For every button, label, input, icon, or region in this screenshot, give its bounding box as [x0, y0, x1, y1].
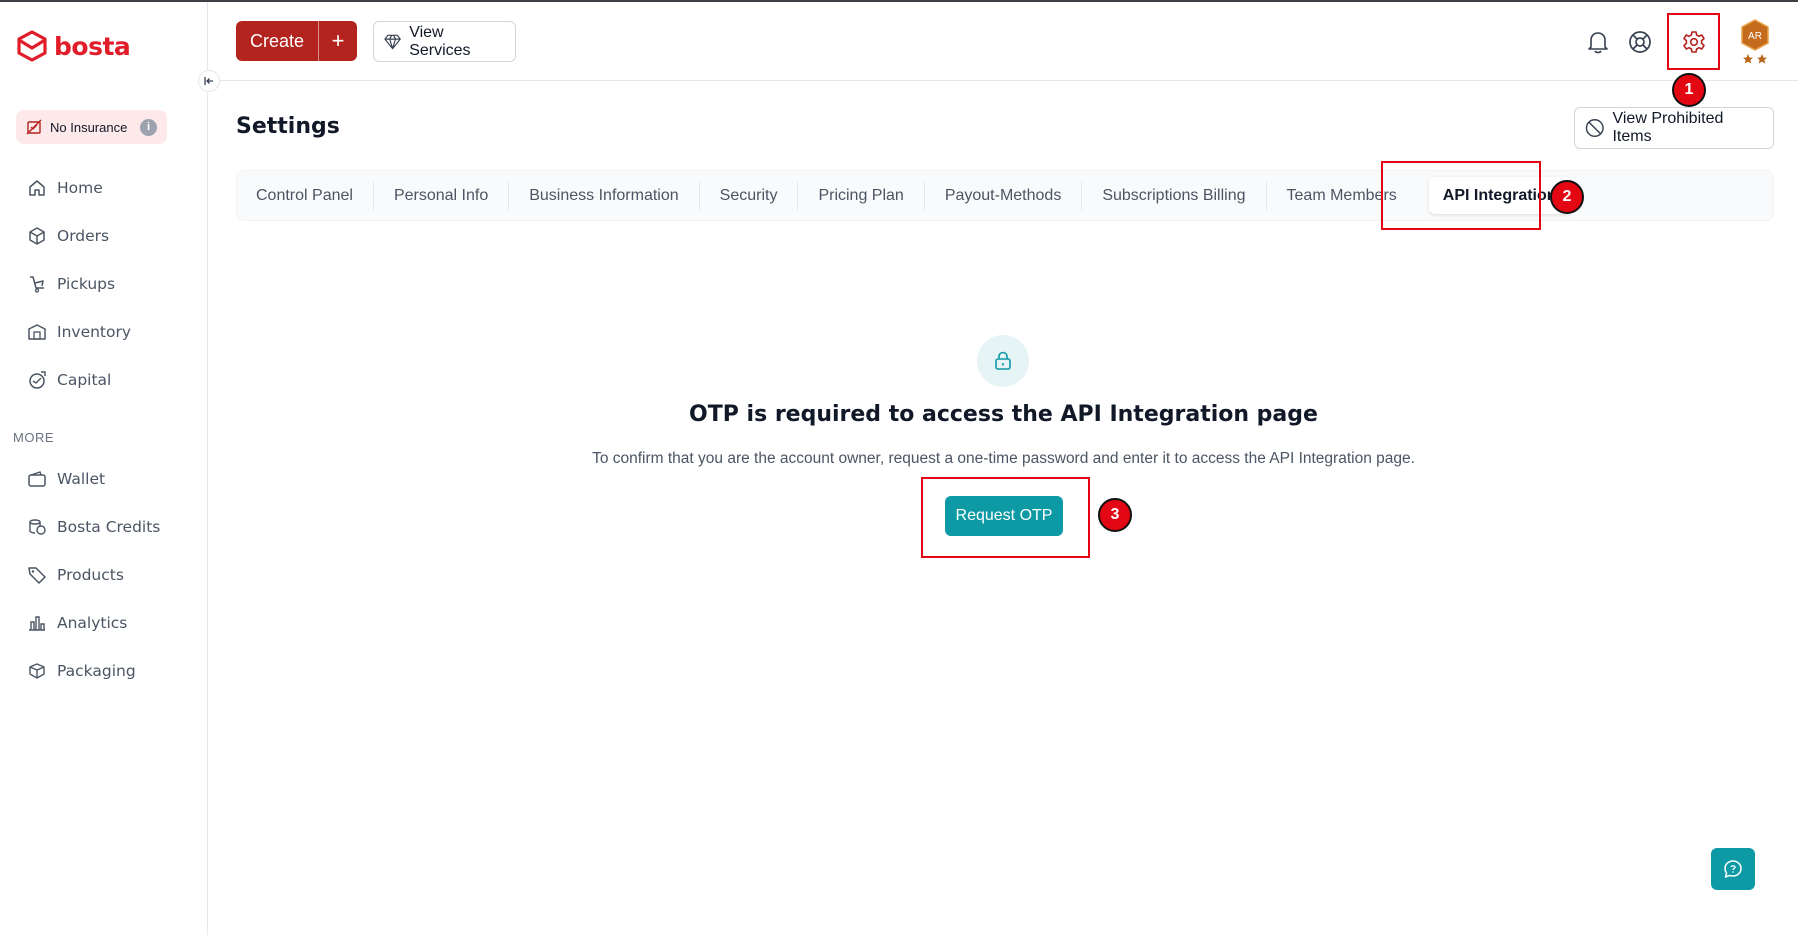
- no-insurance-icon: [26, 119, 42, 135]
- info-icon[interactable]: i: [140, 118, 157, 136]
- sidebar-item-orders[interactable]: Orders: [0, 212, 208, 260]
- avatar[interactable]: AR: [1736, 18, 1774, 66]
- help-button[interactable]: [1628, 30, 1652, 54]
- annotation-badge-2: 2: [1550, 180, 1584, 214]
- otp-description: To confirm that you are the account owne…: [592, 450, 1415, 467]
- create-plus-button[interactable]: +: [318, 21, 357, 61]
- sidebar-item-analytics[interactable]: Analytics: [0, 599, 208, 647]
- view-prohibited-items-button[interactable]: View Prohibited Items: [1574, 107, 1774, 149]
- chart-icon: [29, 616, 45, 631]
- view-services-label: View Services: [409, 23, 471, 59]
- sidebar-item-products[interactable]: Products: [0, 551, 208, 599]
- settings-tabs: Control Panel Personal Info Business Inf…: [236, 170, 1774, 221]
- sidebar-item-wallet[interactable]: Wallet: [0, 455, 208, 503]
- tab-business-information[interactable]: Business Information: [509, 181, 700, 210]
- chat-icon: [1724, 860, 1742, 878]
- sidebar-item-home[interactable]: Home: [0, 164, 208, 212]
- sidebar: bosta No Insurance i Home Orders Pickups…: [0, 2, 208, 935]
- sidebar-item-label: Wallet: [57, 470, 106, 488]
- tag-icon: [28, 567, 46, 584]
- annotation-badge-1: 1: [1672, 73, 1706, 107]
- package-icon: [29, 663, 45, 679]
- sidebar-item-label: Products: [57, 566, 124, 584]
- collapse-sidebar-button[interactable]: [198, 70, 220, 92]
- box-icon: [29, 227, 45, 245]
- bell-icon: [1588, 32, 1608, 54]
- collapse-icon: [204, 77, 213, 85]
- highlight-request-otp: [921, 477, 1090, 558]
- more-nav: Wallet Bosta Credits Products Analytics …: [0, 455, 208, 695]
- tab-security[interactable]: Security: [700, 181, 799, 210]
- more-section-label: MORE: [13, 430, 54, 445]
- tab-personal-info[interactable]: Personal Info: [374, 181, 510, 210]
- main-nav: Home Orders Pickups Inventory Capital: [0, 164, 208, 404]
- prohibited-icon: [1585, 118, 1604, 138]
- annotation-badge-3: 3: [1098, 498, 1132, 532]
- diamond-icon: [384, 34, 401, 49]
- insurance-badge[interactable]: No Insurance i: [16, 110, 167, 144]
- sidebar-item-inventory[interactable]: Inventory: [0, 308, 208, 356]
- sidebar-item-label: Inventory: [57, 323, 132, 341]
- capital-icon: [29, 371, 46, 389]
- avatar-initials: AR: [1748, 31, 1762, 42]
- view-prohibited-items-label: View Prohibited Items: [1612, 110, 1724, 145]
- lock-badge: [977, 335, 1029, 387]
- notifications-button[interactable]: [1586, 30, 1610, 54]
- lifebuoy-icon: [1629, 31, 1651, 53]
- insurance-label: No Insurance: [50, 119, 128, 135]
- support-chat-button[interactable]: [1711, 848, 1755, 890]
- bosta-logo-icon: [17, 30, 47, 62]
- bosta-logo[interactable]: bosta: [16, 30, 131, 62]
- tab-subscriptions-billing[interactable]: Subscriptions Billing: [1082, 181, 1267, 210]
- sidebar-item-pickups[interactable]: Pickups: [0, 260, 208, 308]
- create-button[interactable]: Create: [236, 21, 318, 61]
- otp-title: OTP is required to access the API Integr…: [689, 402, 1318, 427]
- sidebar-item-label: Capital: [57, 371, 112, 389]
- sidebar-item-bosta-credits[interactable]: Bosta Credits: [0, 503, 208, 551]
- home-icon: [29, 180, 45, 196]
- sidebar-item-label: Orders: [57, 227, 110, 245]
- top-bar: Create + View Services AR: [209, 2, 1798, 81]
- warehouse-icon: [28, 324, 46, 340]
- tab-payout-methods[interactable]: Payout-Methods: [925, 181, 1083, 210]
- page-title: Settings: [236, 114, 340, 139]
- sidebar-item-label: Packaging: [57, 662, 136, 680]
- sidebar-item-label: Analytics: [57, 614, 128, 632]
- brand-name: bosta: [54, 31, 131, 61]
- create-button-group: Create +: [236, 21, 358, 61]
- sidebar-item-label: Bosta Credits: [57, 518, 161, 536]
- highlight-settings: [1667, 13, 1720, 70]
- tab-control-panel[interactable]: Control Panel: [247, 181, 374, 210]
- sidebar-item-label: Home: [57, 179, 103, 197]
- sidebar-item-capital[interactable]: Capital: [0, 356, 208, 404]
- highlight-api-tab: [1381, 161, 1541, 230]
- coins-icon: [29, 519, 46, 535]
- view-services-button[interactable]: View Services: [373, 21, 516, 62]
- tab-pricing-plan[interactable]: Pricing Plan: [798, 181, 925, 210]
- pickup-icon: [30, 276, 44, 293]
- wallet-icon: [28, 471, 46, 487]
- sidebar-item-label: Pickups: [57, 275, 116, 293]
- lock-icon: [995, 351, 1011, 370]
- sidebar-item-packaging[interactable]: Packaging: [0, 647, 208, 695]
- avatar-badge-icon: AR: [1741, 19, 1769, 64]
